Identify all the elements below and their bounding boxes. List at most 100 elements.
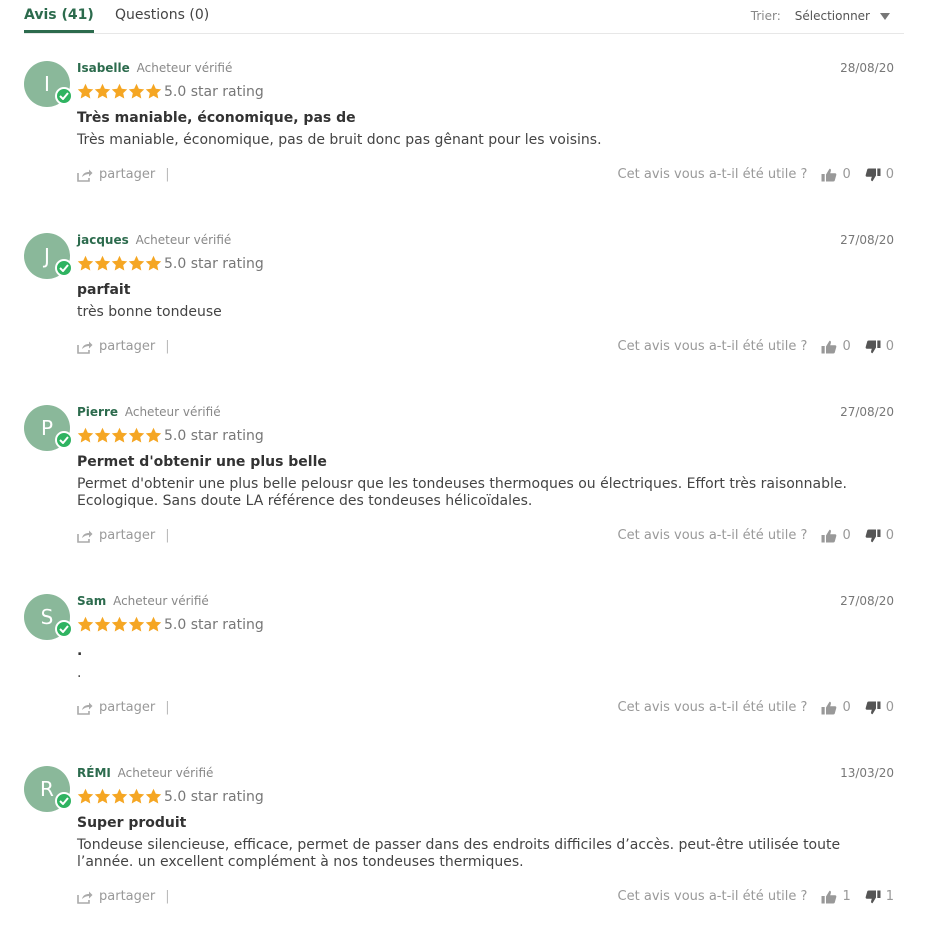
helpful-votes: Cet avis vous a-t-il été utile ? 1 1 <box>618 889 894 904</box>
tab-questions[interactable]: Questions (0) <box>115 7 209 23</box>
share-separator: | <box>165 167 170 182</box>
review-footer: partager | Cet avis vous a-t-il été util… <box>77 528 894 548</box>
share-label: partager <box>99 700 156 715</box>
rating-text: 5.0 star rating <box>164 616 264 633</box>
star-icon <box>77 616 94 632</box>
thumbs-down-count: 1 <box>885 889 894 904</box>
share-button[interactable]: partager | <box>77 528 170 543</box>
star-icon <box>77 427 94 443</box>
star-icon <box>111 255 128 271</box>
thumbs-down-icon <box>865 168 881 181</box>
helpful-votes: Cet avis vous a-t-il été utile ? 0 0 <box>618 528 894 543</box>
share-separator: | <box>165 528 170 543</box>
review-title: . <box>77 643 83 659</box>
star-rating: 5.0 star rating <box>77 427 264 444</box>
thumbs-down-icon <box>865 529 881 542</box>
star-icon <box>145 427 162 443</box>
share-button[interactable]: partager | <box>77 700 170 715</box>
helpful-question: Cet avis vous a-t-il été utile ? <box>617 167 808 182</box>
thumbs-up-button[interactable]: 0 <box>821 528 851 543</box>
thumbs-down-button[interactable]: 0 <box>865 528 894 543</box>
chevron-down-icon[interactable] <box>880 12 890 20</box>
thumbs-up-icon <box>821 340 837 353</box>
share-label: partager <box>99 167 156 182</box>
star-icon <box>128 788 145 804</box>
review-tabs: Avis (41) Questions (0) Trier: Sélection… <box>24 0 904 34</box>
thumbs-up-button[interactable]: 0 <box>821 167 851 182</box>
thumbs-down-button[interactable]: 0 <box>865 167 894 182</box>
review-footer: partager | Cet avis vous a-t-il été util… <box>77 889 894 909</box>
share-button[interactable]: partager | <box>77 339 170 354</box>
verified-buyer-label: Acheteur vérifié <box>117 766 214 780</box>
star-icon <box>111 788 128 804</box>
star-icon <box>94 255 111 271</box>
star-icon <box>128 616 145 632</box>
star-icon <box>94 616 111 632</box>
tab-reviews[interactable]: Avis (41) <box>24 7 94 33</box>
star-icon <box>77 255 94 271</box>
star-icon <box>77 83 94 99</box>
verified-check-icon <box>55 620 73 638</box>
rating-text: 5.0 star rating <box>164 83 264 100</box>
review-body: Permet d'obtenir une plus belle pelousr … <box>77 476 847 509</box>
share-button[interactable]: partager | <box>77 889 170 904</box>
star-icon <box>145 788 162 804</box>
share-button[interactable]: partager | <box>77 167 170 182</box>
sort-control: Trier: Sélectionner <box>751 9 890 23</box>
reviewer-name: jacques <box>77 233 129 247</box>
thumbs-down-icon <box>865 890 881 903</box>
reviewer-line: Pierre Acheteur vérifié <box>77 405 221 419</box>
review-date: 27/08/20 <box>840 233 894 247</box>
thumbs-up-button[interactable]: 0 <box>821 339 851 354</box>
reviewer-line: Isabelle Acheteur vérifié <box>77 61 232 75</box>
helpful-question: Cet avis vous a-t-il été utile ? <box>617 889 808 904</box>
reviewer-line: RÉMI Acheteur vérifié <box>77 766 213 780</box>
thumbs-down-count: 0 <box>885 700 894 715</box>
thumbs-up-icon <box>821 890 837 903</box>
reviewer-name: Pierre <box>77 405 119 419</box>
reviewer-name: RÉMI <box>77 766 111 780</box>
review-title: Permet d'obtenir une plus belle <box>77 454 327 470</box>
thumbs-down-button[interactable]: 0 <box>865 700 894 715</box>
star-icon <box>94 427 111 443</box>
rating-text: 5.0 star rating <box>164 788 264 805</box>
verified-check-icon <box>55 259 73 277</box>
verified-check-icon <box>55 431 73 449</box>
review-date: 28/08/20 <box>840 61 894 75</box>
star-rating: 5.0 star rating <box>77 616 264 633</box>
sort-label: Trier: <box>750 9 781 23</box>
thumbs-up-button[interactable]: 0 <box>821 700 851 715</box>
review-footer: partager | Cet avis vous a-t-il été util… <box>77 339 894 359</box>
thumbs-up-button[interactable]: 1 <box>821 889 851 904</box>
verified-buyer-label: Acheteur vérifié <box>136 61 233 75</box>
review-body: Tondeuse silencieuse, efficace, permet d… <box>77 837 841 870</box>
helpful-votes: Cet avis vous a-t-il été utile ? 0 0 <box>618 700 894 715</box>
helpful-question: Cet avis vous a-t-il été utile ? <box>617 339 808 354</box>
review-date: 13/03/20 <box>840 766 894 780</box>
share-label: partager <box>99 889 156 904</box>
star-icon <box>128 255 145 271</box>
star-icon <box>145 616 162 632</box>
review-body: très bonne tondeuse <box>77 304 222 320</box>
thumbs-down-count: 0 <box>885 528 894 543</box>
review-footer: partager | Cet avis vous a-t-il été util… <box>77 167 894 187</box>
thumbs-down-button[interactable]: 0 <box>865 339 894 354</box>
sort-select[interactable]: Sélectionner <box>795 9 870 23</box>
star-icon <box>128 427 145 443</box>
verified-check-icon <box>55 792 73 810</box>
verified-buyer-label: Acheteur vérifié <box>113 594 209 608</box>
share-separator: | <box>165 700 170 715</box>
reviewer-name: Sam <box>77 594 107 608</box>
star-icon <box>94 83 111 99</box>
thumbs-up-count: 0 <box>842 339 851 354</box>
thumbs-up-count: 1 <box>842 889 851 904</box>
star-icon <box>111 83 128 99</box>
review-footer: partager | Cet avis vous a-t-il été util… <box>77 700 894 720</box>
review-title: parfait <box>77 282 131 298</box>
share-icon <box>77 341 93 354</box>
thumbs-down-button[interactable]: 1 <box>865 889 894 904</box>
helpful-votes: Cet avis vous a-t-il été utile ? 0 0 <box>618 339 894 354</box>
helpful-votes: Cet avis vous a-t-il été utile ? 0 0 <box>618 167 894 182</box>
star-icon <box>94 788 111 804</box>
helpful-question: Cet avis vous a-t-il été utile ? <box>617 700 808 715</box>
